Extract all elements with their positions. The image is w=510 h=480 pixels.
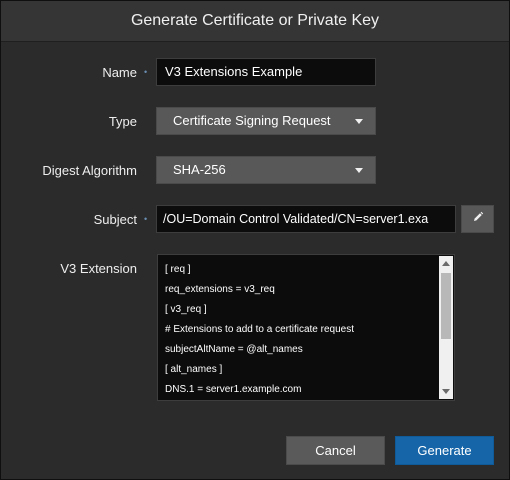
subject-input[interactable]: /OU=Domain Control Validated/CN=server1.…	[156, 205, 456, 233]
type-select-value: Certificate Signing Request	[173, 113, 331, 128]
digest-algorithm-label: Digest Algorithm	[42, 163, 137, 178]
scrollbar-thumb[interactable]	[441, 273, 451, 339]
subject-label: Subject	[93, 212, 137, 227]
chevron-down-icon	[355, 168, 363, 173]
digest-algorithm-select[interactable]: SHA-256	[156, 156, 376, 184]
pencil-icon	[472, 210, 484, 228]
v3-extension-line: [ v3_req ]	[165, 304, 207, 315]
v3-extension-line: DNS.1 = server1.example.com	[165, 384, 302, 395]
cancel-button[interactable]: Cancel	[286, 436, 385, 465]
v3-extension-label: V3 Extension	[60, 261, 137, 276]
v3-extension-scrollbar[interactable]	[439, 256, 453, 399]
v3-extension-line: [ alt_names ]	[165, 364, 223, 375]
name-required-marker: •	[144, 67, 148, 77]
type-label: Type	[108, 114, 137, 129]
chevron-down-icon	[355, 119, 363, 124]
scroll-up-arrow-icon[interactable]	[442, 261, 450, 266]
v3-extension-textarea[interactable]: [ req ] req_extensions = v3_req [ v3_req ]…	[157, 254, 455, 401]
v3-extension-line: subjectAltName = @alt_names	[165, 344, 303, 355]
type-select[interactable]: Certificate Signing Request	[156, 107, 376, 135]
v3-extension-line: # Extensions to add to a certificate req…	[165, 324, 354, 335]
v3-extension-line: [ req ]	[165, 264, 191, 275]
v3-extension-line: req_extensions = v3_req	[165, 284, 275, 295]
dialog-title: Generate Certificate or Private Key	[1, 1, 509, 42]
name-input[interactable]: V3 Extensions Example	[156, 58, 376, 86]
name-label: Name	[102, 65, 137, 80]
scroll-down-arrow-icon[interactable]	[442, 389, 450, 394]
generate-button[interactable]: Generate	[395, 436, 494, 465]
subject-edit-button[interactable]	[461, 205, 494, 233]
subject-required-marker: •	[144, 214, 148, 224]
generate-certificate-dialog: Generate Certificate or Private Key Name…	[0, 0, 510, 480]
digest-algorithm-value: SHA-256	[173, 162, 226, 177]
